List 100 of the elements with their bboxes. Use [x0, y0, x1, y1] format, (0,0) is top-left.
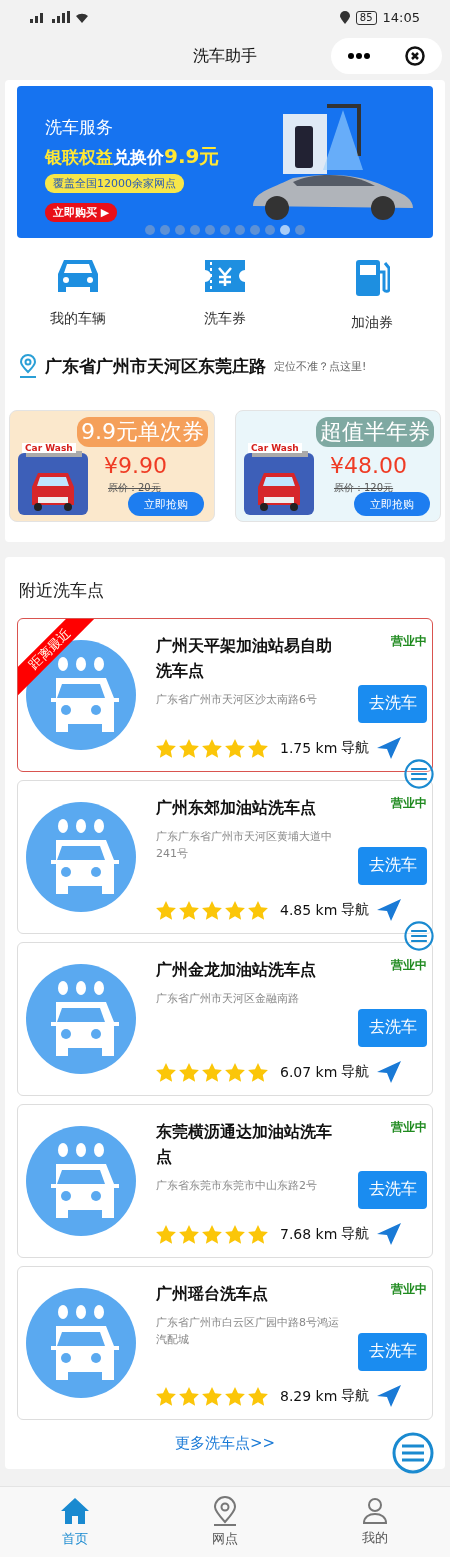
carousel-dot[interactable]	[235, 225, 245, 235]
open-status: 营业中	[391, 633, 427, 650]
station-address: 广东广东省广州市天河区黄埔大道中241号	[156, 829, 333, 862]
star-icon	[248, 1224, 268, 1244]
star-icon	[156, 738, 176, 758]
carousel-dot[interactable]	[145, 225, 155, 235]
car-wash-icon	[26, 1126, 136, 1236]
clock: 14:05	[382, 10, 420, 25]
star-icon	[225, 1386, 245, 1406]
distance: 8.29 km	[280, 1388, 338, 1404]
menu-icon[interactable]	[404, 921, 434, 951]
banner-headline: 银联权益兑换价9.9元	[45, 143, 220, 170]
buy-now-button[interactable]: 立即购买 ▶	[45, 203, 118, 222]
open-status: 营业中	[391, 1119, 427, 1136]
distance: 6.07 km	[280, 1064, 338, 1080]
original-price: 原价：20元	[108, 481, 161, 495]
more-icon[interactable]	[348, 53, 371, 59]
star-icon	[202, 1062, 222, 1082]
coupon-title: 9.9元单次券	[77, 417, 208, 447]
navigation-arrow-icon[interactable]	[377, 737, 402, 759]
star-icon	[202, 900, 222, 920]
carousel-dot[interactable]	[205, 225, 215, 235]
station-name: 广州东郊加油站洗车点	[156, 797, 317, 819]
buy-button[interactable]: 立即抢购	[128, 492, 204, 516]
station-card[interactable]: 广州瑶台洗车点 广东省广州市白云区广园中路8号鸿运汽配城 8.29 km 导航 营业中 去洗车	[17, 1266, 433, 1420]
relocate-link[interactable]: 定位不准？点这里!	[274, 358, 367, 374]
buy-button[interactable]: 立即抢购	[354, 492, 430, 516]
star-icon	[248, 1386, 268, 1406]
station-address: 广东省东莞市东莞市中山东路2号	[156, 1178, 318, 1194]
shortcut-label[interactable]: 洗车券	[204, 310, 246, 328]
coupon-title: 超值半年券	[316, 417, 434, 447]
station-card[interactable]: 广州东郊加油站洗车点 广东广东省广州市天河区黄埔大道中241号 4.85 km 导航 营业中 去洗车	[17, 780, 433, 934]
navigation-arrow-icon[interactable]	[377, 1223, 402, 1245]
shortcut-label[interactable]: 加油券	[350, 314, 393, 332]
station-address: 广东省广州市天河区沙太南路6号	[156, 692, 318, 708]
carousel-dot[interactable]	[295, 225, 305, 235]
home-icon	[60, 1496, 90, 1526]
carousel-dot[interactable]	[280, 225, 290, 235]
navigate-link[interactable]: 导航	[341, 739, 370, 757]
open-status: 营业中	[391, 1281, 427, 1298]
promo-banner[interactable]: 洗车服务 银联权益兑换价9.9元 覆盖全国12000余家网点 立即购买 ▶	[17, 86, 433, 238]
station-name: 广州天平架加油站易自助洗车点	[156, 635, 333, 682]
station-address: 广东省广州市白云区广园中路8号鸿运汽配城	[156, 1315, 340, 1348]
station-name: 广州金龙加油站洗车点	[156, 959, 317, 981]
more-stations-link[interactable]: 更多洗车点>>	[17, 1428, 433, 1455]
signal-icon	[28, 9, 88, 24]
star-icon	[156, 900, 176, 920]
menu-icon[interactable]	[404, 759, 434, 789]
tab-label[interactable]: 网点	[212, 1530, 238, 1548]
distance: 7.68 km	[280, 1226, 338, 1242]
navigate-link[interactable]: 导航	[341, 1225, 370, 1243]
star-icon	[202, 1224, 222, 1244]
station-card[interactable]: 广州金龙加油站洗车点 广东省广州市天河区金融南路 6.07 km 导航 营业中 去洗车	[17, 942, 433, 1096]
star-icon	[248, 900, 268, 920]
shortcut-label[interactable]: 我的车辆	[50, 310, 107, 328]
user-icon	[362, 1497, 388, 1525]
tab-label[interactable]: 我的	[362, 1529, 388, 1547]
close-icon[interactable]	[404, 46, 425, 66]
navigation-arrow-icon[interactable]	[377, 899, 402, 921]
star-icon	[179, 1062, 199, 1082]
carousel-dot[interactable]	[175, 225, 185, 235]
coupon-price: ¥48.00	[330, 453, 407, 478]
navigate-link[interactable]: 导航	[341, 901, 370, 919]
carousel-dot[interactable]	[265, 225, 275, 235]
star-icon	[179, 900, 199, 920]
carousel-dot[interactable]	[190, 225, 200, 235]
coupon-price: ¥9.90	[104, 453, 167, 478]
navigation-arrow-icon[interactable]	[377, 1385, 402, 1407]
tab-label[interactable]: 首页	[62, 1530, 88, 1548]
star-icon	[248, 1062, 268, 1082]
open-status: 营业中	[391, 957, 427, 974]
battery-level: 85	[355, 10, 377, 25]
banner-title: 洗车服务	[45, 116, 113, 139]
star-icon	[179, 738, 199, 758]
star-icon	[179, 1224, 199, 1244]
coverage-tag: 覆盖全国12000余家网点	[45, 174, 184, 193]
menu-icon[interactable]	[392, 1432, 434, 1474]
navigate-link[interactable]: 导航	[341, 1063, 370, 1081]
page-title: 洗车助手	[193, 46, 257, 67]
navigation-arrow-icon[interactable]	[377, 1061, 402, 1083]
section-title: 附近洗车点	[18, 579, 105, 602]
carousel-dot[interactable]	[250, 225, 260, 235]
car-wash-icon	[26, 802, 136, 912]
star-icon	[156, 1386, 176, 1406]
location-pin-icon	[19, 354, 37, 378]
star-icon	[202, 738, 222, 758]
navigate-link[interactable]: 导航	[341, 1387, 370, 1405]
car-wash-sign: Car Wash	[22, 443, 76, 453]
star-icon	[202, 1386, 222, 1406]
station-card[interactable]: 东莞横沥通达加油站洗车点 广东省东莞市东莞市中山东路2号 7.68 km 导航 营业中 去洗车	[17, 1104, 433, 1258]
car-wash-icon	[26, 964, 136, 1074]
carousel-dot[interactable]	[220, 225, 230, 235]
star-icon	[156, 1062, 176, 1082]
star-icon	[225, 900, 245, 920]
star-icon	[156, 1224, 176, 1244]
carousel-dot[interactable]	[160, 225, 170, 235]
open-status: 营业中	[391, 795, 427, 812]
car-wash-sign: Car Wash	[248, 443, 302, 453]
station-card[interactable]: 距离最近 广州天平架加油站易自助洗车点 广东省广州市天河区沙太南路6号 1.75 km 导航 营业中 去洗车	[17, 618, 433, 772]
station-name: 东莞横沥通达加油站洗车点	[156, 1121, 333, 1168]
